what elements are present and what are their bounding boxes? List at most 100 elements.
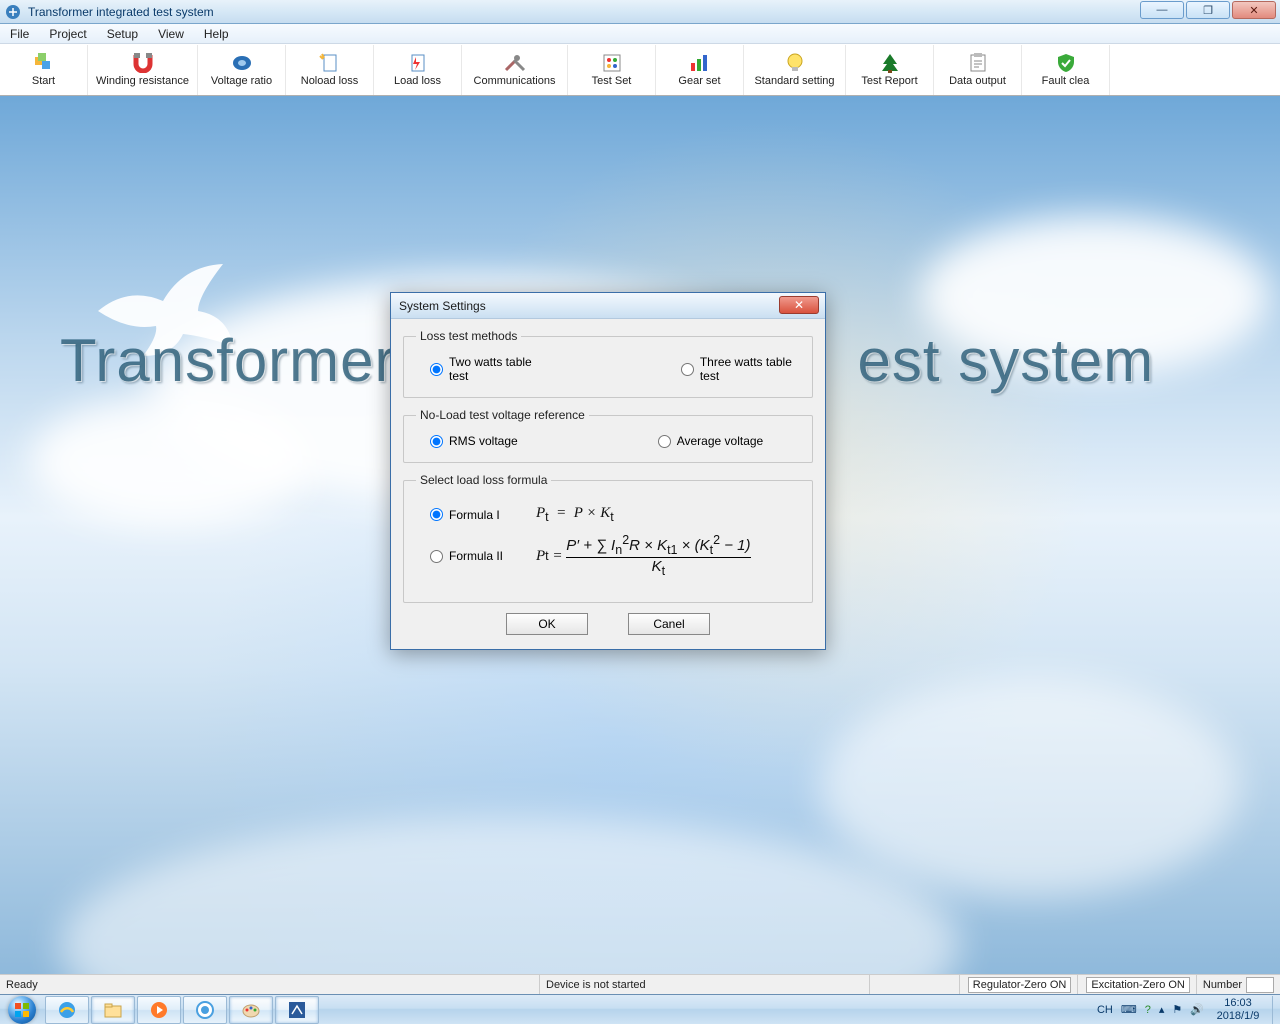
statusbar: Ready Device is not started Regulator-Ze… — [0, 974, 1280, 994]
formula-1-display: Pt = P × Kt — [536, 505, 614, 524]
tool-voltage-ratio[interactable]: Voltage ratio — [198, 45, 286, 95]
tool-label: Winding resistance — [96, 75, 189, 87]
status-device: Device is not started — [540, 975, 870, 994]
taskbar-media[interactable] — [137, 996, 181, 1024]
tray-volume-icon[interactable]: 🔊 — [1186, 1003, 1208, 1016]
tree-icon — [877, 53, 903, 73]
tool-label: Fault clea — [1042, 75, 1090, 87]
radio-three-watts[interactable]: Three watts table test — [681, 355, 800, 383]
tray-ime[interactable]: CH — [1093, 1004, 1117, 1016]
cancel-button[interactable]: Canel — [628, 613, 710, 635]
radio-input[interactable] — [430, 508, 443, 521]
show-desktop-button[interactable] — [1272, 996, 1280, 1024]
doc-spark-icon — [317, 53, 343, 73]
ok-button[interactable]: OK — [506, 613, 588, 635]
menu-file[interactable]: File — [0, 25, 39, 43]
taskbar-explorer[interactable] — [91, 996, 135, 1024]
maximize-button[interactable]: ❐ — [1186, 1, 1230, 19]
dialog-title: System Settings — [399, 299, 486, 313]
tool-label: Load loss — [394, 75, 441, 87]
tool-data-output[interactable]: Data output — [934, 45, 1022, 95]
radio-input[interactable] — [658, 435, 671, 448]
doc-bolt-icon — [405, 53, 431, 73]
radio-input[interactable] — [681, 363, 694, 376]
tools-icon — [502, 53, 528, 73]
tool-load-loss[interactable]: Load loss — [374, 45, 462, 95]
formula-2-display: Pt = P′ + ∑ In2R × Kt1 × (Kt2 − 1) Kt — [536, 534, 751, 578]
tool-communications[interactable]: Communications — [462, 45, 568, 95]
motor-icon — [229, 53, 255, 73]
radio-two-watts[interactable]: Two watts table test — [430, 355, 541, 383]
tool-standard-setting[interactable]: Standard setting — [744, 45, 846, 95]
tool-label: Noload loss — [301, 75, 358, 87]
dialog-titlebar[interactable]: System Settings ✕ — [391, 293, 825, 319]
radio-input[interactable] — [430, 550, 443, 563]
status-regulator: Regulator-Zero ON — [960, 975, 1079, 994]
group-legend: Loss test methods — [416, 329, 521, 343]
window-title: Transformer integrated test system — [26, 5, 1280, 19]
start-button[interactable] — [0, 995, 44, 1024]
tool-label: Voltage ratio — [211, 75, 272, 87]
system-settings-dialog: System Settings ✕ Loss test methods Two … — [390, 292, 826, 650]
tool-noload-loss[interactable]: Noload loss — [286, 45, 374, 95]
tool-start[interactable]: Start — [0, 45, 88, 95]
palette-icon — [599, 53, 625, 73]
menu-setup[interactable]: Setup — [97, 25, 148, 43]
chart-icon — [687, 53, 713, 73]
minimize-button[interactable]: — — [1140, 1, 1184, 19]
tool-label: Gear set — [678, 75, 720, 87]
radio-formula-2[interactable]: Formula II — [416, 549, 536, 563]
bulb-icon — [782, 53, 808, 73]
cloud-decoration — [60, 816, 960, 974]
tool-gear-set[interactable]: Gear set — [656, 45, 744, 95]
tool-label: Standard setting — [754, 75, 834, 87]
cloud-decoration — [30, 396, 310, 526]
group-legend: No-Load test voltage reference — [416, 408, 589, 422]
cloud-decoration — [820, 676, 1240, 896]
tool-label: Test Set — [592, 75, 632, 87]
tray-flag-icon[interactable]: ⚑ — [1168, 1003, 1186, 1016]
tool-test-report[interactable]: Test Report — [846, 45, 934, 95]
main-workspace: Transformer est system System Settings ✕… — [0, 96, 1280, 974]
radio-input[interactable] — [430, 435, 443, 448]
toolbar: Start Winding resistance Voltage ratio N… — [0, 44, 1280, 96]
status-number: Number — [1197, 975, 1280, 994]
radio-input[interactable] — [430, 363, 443, 376]
radio-average-voltage[interactable]: Average voltage — [658, 434, 764, 448]
close-button[interactable]: ✕ — [1232, 1, 1276, 19]
menu-help[interactable]: Help — [194, 25, 239, 43]
app-icon — [4, 3, 22, 21]
shield-icon — [1053, 53, 1079, 73]
taskbar-browser[interactable] — [183, 996, 227, 1024]
tray-help-icon[interactable]: ? — [1141, 1004, 1155, 1016]
tool-winding-resistance[interactable]: Winding resistance — [88, 45, 198, 95]
clipboard-icon — [965, 53, 991, 73]
windows-taskbar: CH ⌨ ? ▴ ⚑ 🔊 16:03 2018/1/9 — [0, 994, 1280, 1024]
menu-view[interactable]: View — [148, 25, 194, 43]
tray-chevron-icon[interactable]: ▴ — [1155, 1003, 1169, 1016]
radio-rms-voltage[interactable]: RMS voltage — [430, 434, 518, 448]
taskbar-app[interactable] — [275, 996, 319, 1024]
tool-label: Communications — [474, 75, 556, 87]
menu-project[interactable]: Project — [39, 25, 96, 43]
tool-fault-clear[interactable]: Fault clea — [1022, 45, 1110, 95]
window-titlebar: Transformer integrated test system — ❐ ✕ — [0, 0, 1280, 24]
tool-label: Test Report — [861, 75, 917, 87]
group-load-loss-formula: Select load loss formula Formula I Pt = … — [403, 473, 813, 603]
status-ready: Ready — [0, 975, 540, 994]
group-noload-voltage-ref: No-Load test voltage reference RMS volta… — [403, 408, 813, 463]
radio-formula-1[interactable]: Formula I — [416, 508, 536, 522]
group-legend: Select load loss formula — [416, 473, 551, 487]
magnet-icon — [130, 53, 156, 73]
group-loss-test-methods: Loss test methods Two watts table test T… — [403, 329, 813, 398]
tray-keyboard-icon[interactable]: ⌨ — [1117, 1003, 1141, 1016]
taskbar-paint[interactable] — [229, 996, 273, 1024]
taskbar-ie[interactable] — [45, 996, 89, 1024]
tray-clock[interactable]: 16:03 2018/1/9 — [1208, 997, 1268, 1023]
menubar: File Project Setup View Help — [0, 24, 1280, 44]
dialog-close-button[interactable]: ✕ — [779, 296, 819, 314]
tool-test-set[interactable]: Test Set — [568, 45, 656, 95]
status-excitation: Excitation-Zero ON — [1078, 975, 1197, 994]
tool-label: Data output — [949, 75, 1006, 87]
system-tray: CH ⌨ ? ▴ ⚑ 🔊 16:03 2018/1/9 — [1093, 995, 1280, 1024]
